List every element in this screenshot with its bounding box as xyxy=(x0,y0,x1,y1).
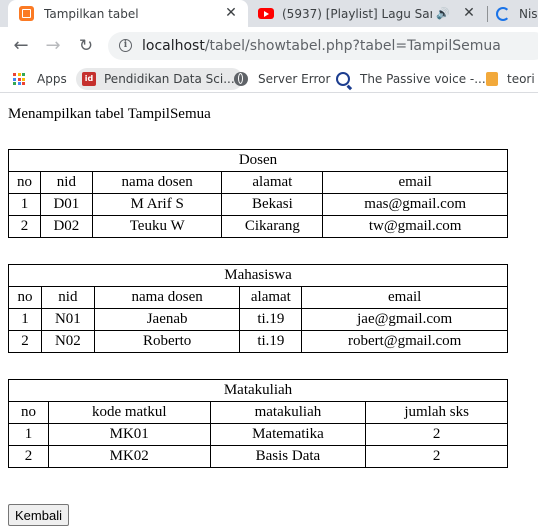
tab-search[interactable]: Nis xyxy=(488,0,538,27)
youtube-favicon-icon xyxy=(258,8,274,19)
table-header-row: no nid nama dosen alamat email xyxy=(8,171,508,194)
bookmark-label: The Passive voice -... xyxy=(360,72,486,86)
tab-strip: Tampilkan tabel ✕ (5937) [Playlist] Lagu… xyxy=(0,0,538,27)
table-cell: tw@gmail.com xyxy=(322,215,508,238)
column-header: nama dosen xyxy=(93,286,241,309)
table-header-row: no nid nama dosen alamat email xyxy=(8,286,508,309)
quora-favicon-icon xyxy=(336,72,350,86)
column-header: matakuliah xyxy=(209,401,367,424)
column-header: email xyxy=(322,171,508,194)
column-header: email xyxy=(301,286,508,309)
table-cell: M Arif S xyxy=(91,193,223,216)
globe-icon xyxy=(234,72,248,86)
dosen-table: Dosen no nid nama dosen alamat email 1 D… xyxy=(8,149,508,238)
column-header: alamat xyxy=(221,171,324,194)
bookmark-label: Apps xyxy=(37,72,67,86)
table-cell: MK01 xyxy=(47,423,211,446)
bookmark-label: Pendidikan Data Sci... xyxy=(104,72,235,86)
column-header: no xyxy=(8,286,42,309)
matakuliah-table: Matakuliah no kode matkul matakuliah jum… xyxy=(8,379,508,468)
xampp-favicon-icon xyxy=(19,6,34,21)
table-row: 1 N01 Jaenab ti.19 jae@gmail.com xyxy=(8,308,508,331)
table-cell: Teuku W xyxy=(91,215,223,238)
table-cell: Roberto xyxy=(93,330,241,353)
column-header: no xyxy=(8,171,41,194)
speaker-icon[interactable]: 🔊 xyxy=(436,7,450,20)
table-cell: D01 xyxy=(39,193,93,216)
column-header: jumlah sks xyxy=(365,401,508,424)
table-cell: 2 xyxy=(8,445,49,468)
column-header: alamat xyxy=(239,286,303,309)
table-row: 1 D01 M Arif S Bekasi mas@gmail.com xyxy=(8,193,508,216)
bookmark-passive-voice[interactable]: The Passive voice -... xyxy=(336,68,486,90)
table-row: 2 N02 Roberto ti.19 robert@gmail.com xyxy=(8,330,508,353)
table-caption: Matakuliah xyxy=(8,379,508,402)
table-cell: jae@gmail.com xyxy=(301,308,508,331)
table-cell: Jaenab xyxy=(93,308,241,331)
close-icon[interactable]: ✕ xyxy=(462,6,476,20)
table-caption: Dosen xyxy=(8,149,508,172)
table-cell: 2 xyxy=(8,215,41,238)
table-cell: 2 xyxy=(8,330,42,353)
bookmark-pendidikan-data-science[interactable]: id Pendidikan Data Sci... xyxy=(76,68,243,90)
site-info-icon[interactable]: i xyxy=(119,39,132,52)
mahasiswa-table: Mahasiswa no nid nama dosen alamat email… xyxy=(8,264,508,353)
forward-arrow-icon[interactable]: → xyxy=(42,35,64,57)
table-row: 2 D02 Teuku W Cikarang tw@gmail.com xyxy=(8,215,508,238)
table-cell: ti.19 xyxy=(239,308,303,331)
table-cell: Cikarang xyxy=(221,215,324,238)
tab-youtube-playlist[interactable]: (5937) [Playlist] Lagu Santai 🔊 ✕ xyxy=(248,0,486,27)
table-cell: N02 xyxy=(40,330,95,353)
table-cell: Basis Data xyxy=(209,445,367,468)
tab-tampilkan-tabel[interactable]: Tampilkan tabel ✕ xyxy=(8,0,248,27)
table-cell: MK02 xyxy=(47,445,211,468)
column-header: kode matkul xyxy=(47,401,211,424)
table-cell: Bekasi xyxy=(221,193,324,216)
table-header-row: no kode matkul matakuliah jumlah sks xyxy=(8,401,508,424)
table-cell: N01 xyxy=(40,308,95,331)
table-cell: 1 xyxy=(8,193,41,216)
url-text[interactable]: localhost/tabel/showtabel.php?tabel=Tamp… xyxy=(142,38,501,54)
search-favicon-icon xyxy=(496,6,510,21)
table-cell: 1 xyxy=(8,423,49,446)
column-header: nid xyxy=(39,171,93,194)
table-cell: D02 xyxy=(39,215,93,238)
table-cell: robert@gmail.com xyxy=(301,330,508,353)
table-cell: 1 xyxy=(8,308,42,331)
pendidikan-favicon-icon: id xyxy=(82,72,96,86)
table-row: 1 MK01 Matematika 2 xyxy=(8,423,508,446)
tab-title: Tampilkan tabel xyxy=(44,6,139,21)
reload-icon[interactable]: ↻ xyxy=(75,35,97,57)
table-cell: ti.19 xyxy=(239,330,303,353)
bookmark-apps[interactable]: Apps xyxy=(13,68,67,90)
bookmark-label: Server Error xyxy=(258,72,331,86)
url-path: /tabel/showtabel.php?tabel=TampilSemua xyxy=(204,38,501,54)
address-bar[interactable]: i localhost/tabel/showtabel.php?tabel=Ta… xyxy=(108,32,538,60)
kembali-button[interactable]: Kembali xyxy=(8,504,69,526)
apps-grid-icon xyxy=(13,73,25,85)
back-arrow-icon[interactable]: ← xyxy=(10,35,32,57)
bookmark-server-error[interactable]: Server Error xyxy=(234,68,330,90)
bookmarks-bar: Apps id Pendidikan Data Sci... Server Er… xyxy=(0,65,538,93)
tab-title: Nis xyxy=(519,6,538,21)
teori-favicon-icon xyxy=(486,72,498,86)
close-icon[interactable]: ✕ xyxy=(224,6,238,20)
page-heading: Menampilkan tabel TampilSemua xyxy=(8,106,211,122)
table-cell: 2 xyxy=(365,445,508,468)
table-cell: mas@gmail.com xyxy=(322,193,508,216)
table-caption: Mahasiswa xyxy=(8,264,508,287)
table-row: 2 MK02 Basis Data 2 xyxy=(8,445,508,468)
bookmark-label: teori d xyxy=(507,72,538,86)
browser-toolbar: ← → ↻ i localhost/tabel/showtabel.php?ta… xyxy=(0,27,538,65)
column-header: nama dosen xyxy=(91,171,223,194)
url-host: localhost xyxy=(142,38,205,54)
table-cell: Matematika xyxy=(209,423,367,446)
bookmark-teori[interactable]: teori d xyxy=(486,68,538,90)
column-header: nid xyxy=(40,286,95,309)
column-header: no xyxy=(8,401,49,424)
table-cell: 2 xyxy=(365,423,508,446)
tab-title: (5937) [Playlist] Lagu Santai xyxy=(282,6,432,21)
page-content: Menampilkan tabel TampilSemua Dosen no n… xyxy=(0,93,538,526)
